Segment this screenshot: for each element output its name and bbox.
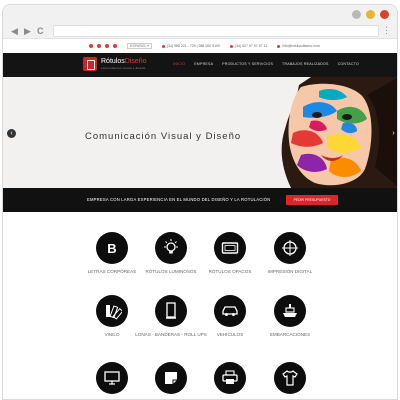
language-select[interactable]: ESPAÑOL ▾	[127, 43, 152, 49]
lightbulb-icon	[155, 232, 187, 264]
service-impresion-digital[interactable]: IMPRESIÓN DIGITAL	[250, 232, 330, 275]
logo-mark-icon	[83, 57, 97, 71]
menu-item-productos[interactable]: PRODUCTOS Y SERVICIOS	[222, 62, 273, 66]
site-topbar: ESPAÑOL ▾ (34) 988 221 - 729 | 988 000 9…	[3, 39, 397, 53]
car-icon	[214, 295, 246, 327]
menu-item-inicio[interactable]: INICIO	[173, 62, 185, 66]
hero-title: Comunicación Visual y Diseño	[85, 131, 242, 142]
tshirt-icon	[274, 362, 306, 394]
window-controls	[352, 10, 389, 19]
facebook-icon[interactable]	[89, 44, 93, 48]
address-bar[interactable]	[53, 25, 379, 37]
browser-window: ◀ ▶ C ⋮ ESPAÑOL ▾ (34) 988 221 - 729 | 9…	[2, 4, 398, 400]
request-quote-button[interactable]: PEDIR PRESUPUESTO	[286, 195, 338, 205]
service-embarcaciones[interactable]: EMBARCACIONES	[250, 295, 330, 338]
email-link[interactable]: info@rotulosdiseno.com	[277, 44, 320, 48]
browser-menu-icon[interactable]: ⋮	[382, 24, 391, 36]
ship-icon	[274, 295, 306, 327]
sign-board-icon	[214, 232, 246, 264]
phone-main: (34) 988 221 - 729 | 988 000 9100	[162, 44, 220, 48]
slider-prev-button[interactable]: ‹	[7, 129, 16, 138]
service-label: EMBARCACIONES	[269, 332, 311, 337]
sticker-icon	[155, 362, 187, 394]
letter-b-icon: B	[96, 232, 128, 264]
browser-titlebar	[3, 5, 397, 23]
logo-tagline: comunicacion visual y diseño	[101, 66, 146, 70]
instagram-icon[interactable]	[105, 44, 109, 48]
minimize-dot[interactable]	[352, 10, 361, 19]
logo-name-part2: Diseño	[124, 58, 147, 65]
browser-toolbar: ◀ ▶ C ⋮	[3, 23, 397, 39]
back-arrow-icon[interactable]: ◀	[11, 25, 18, 37]
menu-item-contacto[interactable]: CONTACTO	[338, 62, 359, 66]
rollup-banner-icon	[155, 295, 187, 327]
monitor-icon	[96, 362, 128, 394]
site-logo[interactable]: RótulosDiseño comunicacion visual y dise…	[83, 57, 147, 71]
reload-icon[interactable]: C	[37, 25, 44, 37]
main-menu: INICIO EMPRESA PRODUCTOS Y SERVICIOS TRA…	[173, 62, 359, 66]
hero-slider: ‹ Comunicación Visual y Diseño ›	[3, 77, 397, 188]
experience-banner: EMPRESA CON LARGA EXPERIENCIA EN EL MUND…	[3, 188, 397, 212]
main-navbar: RótulosDiseño comunicacion visual y dise…	[3, 53, 397, 77]
printer-icon	[214, 362, 246, 394]
twitter-icon[interactable]	[97, 44, 101, 48]
forward-arrow-icon[interactable]: ▶	[24, 25, 31, 37]
menu-item-trabajos[interactable]: TRABAJOS REALIZADOS	[282, 62, 329, 66]
service-item-12[interactable]	[250, 362, 330, 399]
svg-text:B: B	[107, 241, 116, 256]
phone-mobile: (34) 627 97 97 97 11	[230, 44, 267, 48]
slider-next-button[interactable]: ›	[389, 129, 397, 138]
youtube-icon[interactable]	[113, 44, 117, 48]
close-dot[interactable]	[380, 10, 389, 19]
hero-painted-face-image	[271, 77, 397, 188]
service-label: IMPRESIÓN DIGITAL	[267, 269, 313, 274]
menu-item-empresa[interactable]: EMPRESA	[194, 62, 213, 66]
logo-name-part1: Rótulos	[101, 58, 125, 65]
banner-text: EMPRESA CON LARGA EXPERIENCIA EN EL MUND…	[87, 197, 271, 202]
social-links	[89, 44, 117, 48]
swatch-fan-icon	[96, 295, 128, 327]
maximize-dot[interactable]	[366, 10, 375, 19]
crosshair-icon	[274, 232, 306, 264]
